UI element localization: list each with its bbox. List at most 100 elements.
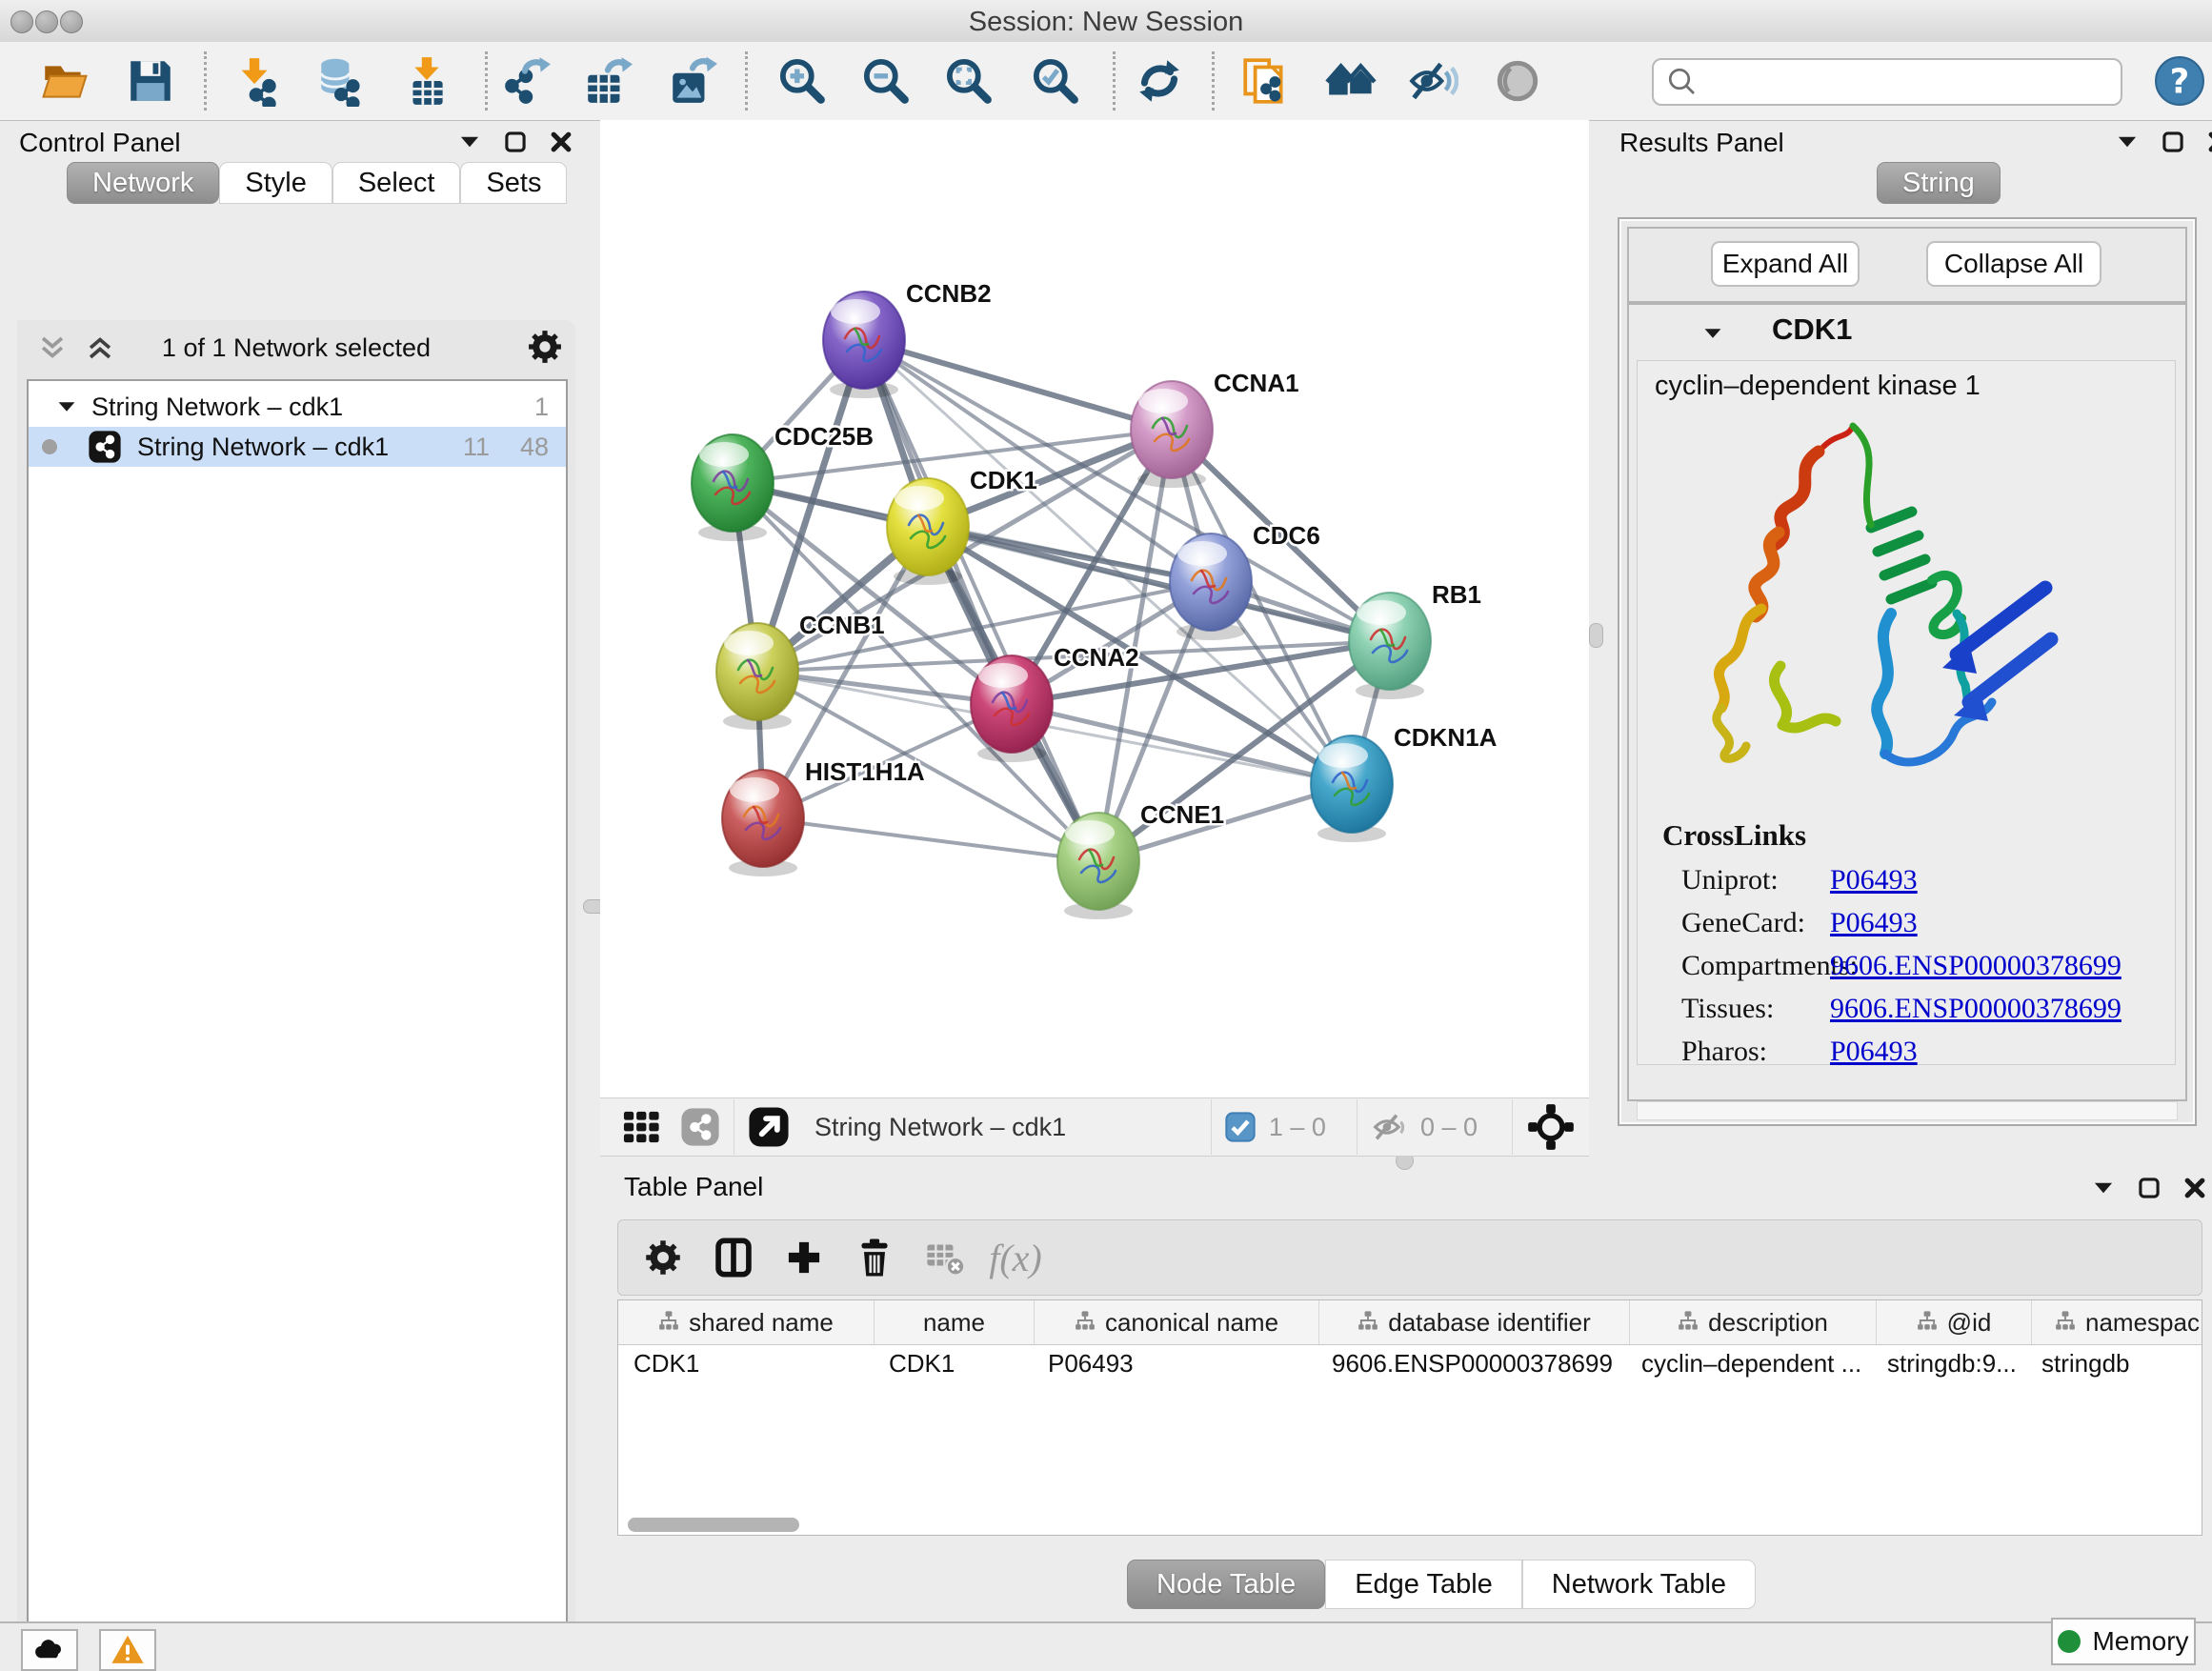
expand-all-button[interactable]: Expand All [1711, 241, 1860, 287]
crosslink-link[interactable]: P06493 [1830, 864, 1918, 896]
table-type-tabs: Node TableEdge TableNetwork Table [1127, 1560, 1756, 1607]
collapse-all-button[interactable]: Collapse All [1926, 241, 2101, 287]
svg-text:?: ? [2170, 62, 2189, 101]
import-table-file-icon[interactable] [399, 53, 454, 109]
node-HIST1H1A[interactable]: HIST1H1A [722, 757, 925, 876]
toolbar-separator [745, 51, 748, 111]
network-selection-status: 1 of 1 Network selected [17, 333, 575, 363]
panel-float-icon[interactable] [503, 130, 528, 154]
memory-button[interactable]: Memory [2051, 1618, 2196, 1665]
collection-expand-icon[interactable] [55, 395, 78, 418]
edge-HIST1H1A-CCNE1[interactable] [763, 818, 1098, 861]
panel-close-icon[interactable] [2182, 1176, 2207, 1200]
tab-node-table[interactable]: Node Table [1127, 1560, 1325, 1609]
crosslink-link[interactable]: 9606.ENSP00000378699 [1830, 993, 2122, 1025]
edge-CCNB2-CCNA1[interactable] [864, 340, 1172, 430]
node-label-CDC6: CDC6 [1253, 521, 1320, 550]
detach-view-icon[interactable] [748, 1106, 790, 1148]
column-header-description[interactable]: description [1630, 1300, 1877, 1344]
column-header-name[interactable]: name [875, 1300, 1035, 1344]
column-tree-icon [2055, 1308, 2076, 1338]
crosslink-link[interactable]: P06493 [1830, 907, 1918, 939]
selected-counts: 1 – 0 [1269, 1113, 1326, 1142]
table-row[interactable]: CDK1CDK1P064939606.ENSP00000378699cyclin… [618, 1345, 2202, 1381]
panel-close-icon[interactable] [2206, 130, 2212, 154]
column-header-@id[interactable]: @id [1877, 1300, 2032, 1344]
tab-style[interactable]: Style [219, 162, 332, 204]
string-home-icon[interactable] [1323, 53, 1378, 109]
birds-eye-view-icon[interactable] [621, 1106, 663, 1148]
column-label: shared name [689, 1308, 834, 1338]
network-tab-body: 1 of 1 Network selected String Network –… [17, 320, 575, 1671]
results-scrollbar-track[interactable] [1637, 1101, 2178, 1120]
import-network-database-icon[interactable] [312, 53, 368, 109]
column-header-shared-name[interactable]: shared name [618, 1300, 875, 1344]
table-settings-gear-icon[interactable] [628, 1224, 698, 1291]
help-icon[interactable]: ? [2152, 53, 2207, 109]
network-share-icon[interactable] [680, 1107, 720, 1147]
tab-sets[interactable]: Sets [460, 162, 567, 204]
tab-network[interactable]: Network [67, 162, 219, 204]
open-session-icon[interactable] [37, 53, 92, 109]
column-header-canonical-name[interactable]: canonical name [1035, 1300, 1319, 1344]
save-session-icon[interactable] [123, 53, 178, 109]
selected-nodes-checkbox-icon[interactable] [1225, 1112, 1256, 1142]
network-row[interactable]: String Network – cdk1 11 48 [29, 427, 566, 467]
zoom-fit-icon[interactable] [941, 53, 996, 109]
network-view-canvas[interactable]: CCNB2CCNA1CDC25BCDK1CDC6RB1CCNB1CCNA2CDK… [600, 120, 1589, 1097]
crosslink-link[interactable]: 9606.ENSP00000378699 [1830, 950, 2122, 982]
tab-select[interactable]: Select [332, 162, 461, 204]
panel-float-icon[interactable] [2161, 130, 2185, 154]
create-column-plus-icon[interactable] [769, 1224, 839, 1291]
apply-layout-icon[interactable] [1132, 53, 1187, 109]
node-CCNE1[interactable]: CCNE1 [1057, 800, 1224, 919]
table-hscrollbar-thumb[interactable] [628, 1518, 799, 1532]
tab-network-table[interactable]: Network Table [1522, 1560, 1756, 1609]
node-CDK1[interactable]: CDK1 [887, 466, 1037, 585]
column-header-namespac[interactable]: namespac [2032, 1300, 2202, 1344]
panel-float-icon[interactable] [2137, 1176, 2162, 1200]
show-column-panel-icon[interactable] [698, 1224, 769, 1291]
crosslink-link[interactable]: P06493 [1830, 1036, 1918, 1068]
panel-menu-icon[interactable] [2115, 130, 2140, 154]
zoom-out-icon[interactable] [858, 53, 914, 109]
crosslink-label: GeneCard: [1659, 907, 1830, 939]
tab-edge-table[interactable]: Edge Table [1325, 1560, 1522, 1609]
string-copy-network-icon[interactable] [1237, 53, 1293, 109]
delete-column-trash-icon[interactable] [839, 1224, 910, 1291]
network-collection-row[interactable]: String Network – cdk1 1 [29, 387, 566, 427]
crosslink-row: Tissues:9606.ENSP00000378699 [1659, 987, 2154, 1030]
zoom-selected-icon[interactable] [1028, 53, 1083, 109]
node-CDC6[interactable]: CDC6 [1170, 521, 1320, 640]
navigator-crosshair-icon[interactable] [1526, 1102, 1576, 1152]
crosslink-label: Compartments: [1659, 950, 1830, 982]
search-field[interactable] [1652, 58, 2122, 106]
string-show-images-icon[interactable] [1490, 53, 1545, 109]
node-label-CDKN1A: CDKN1A [1394, 723, 1498, 752]
column-label: namespac [2085, 1308, 2200, 1338]
panel-close-icon[interactable] [549, 130, 573, 154]
column-header-database-identifier[interactable]: database identifier [1319, 1300, 1630, 1344]
column-label: name [923, 1308, 985, 1338]
panel-menu-icon[interactable] [457, 130, 482, 154]
warnings-button[interactable] [99, 1629, 156, 1671]
node-CCNA2[interactable]: CCNA2 [971, 643, 1139, 762]
node-CDKN1A[interactable]: CDKN1A [1311, 723, 1498, 842]
search-input[interactable] [1699, 68, 2121, 97]
network-tree: String Network – cdk1 1 String Network –… [27, 379, 568, 1671]
node-RB1[interactable]: RB1 [1349, 580, 1481, 699]
import-network-file-icon[interactable] [231, 53, 286, 109]
zoom-in-icon[interactable] [774, 53, 830, 109]
export-table-icon[interactable] [580, 53, 635, 109]
gene-section-collapse-icon[interactable] [1701, 322, 1724, 345]
string-network-graph[interactable]: CCNB2CCNA1CDC25BCDK1CDC6RB1CCNB1CCNA2CDK… [600, 120, 1589, 1097]
export-image-icon[interactable] [665, 53, 720, 109]
panel-menu-icon[interactable] [2091, 1176, 2116, 1200]
edge-CCNA2-CDKN1A[interactable] [1012, 704, 1352, 784]
network-options-gear-icon[interactable] [526, 328, 564, 371]
export-network-icon[interactable] [499, 53, 554, 109]
crosslink-label: Tissues: [1659, 993, 1830, 1025]
tab-string[interactable]: String [1877, 162, 2001, 204]
string-glass-ball-effect-icon[interactable] [1405, 53, 1460, 109]
cloud-status-button[interactable] [21, 1629, 78, 1671]
